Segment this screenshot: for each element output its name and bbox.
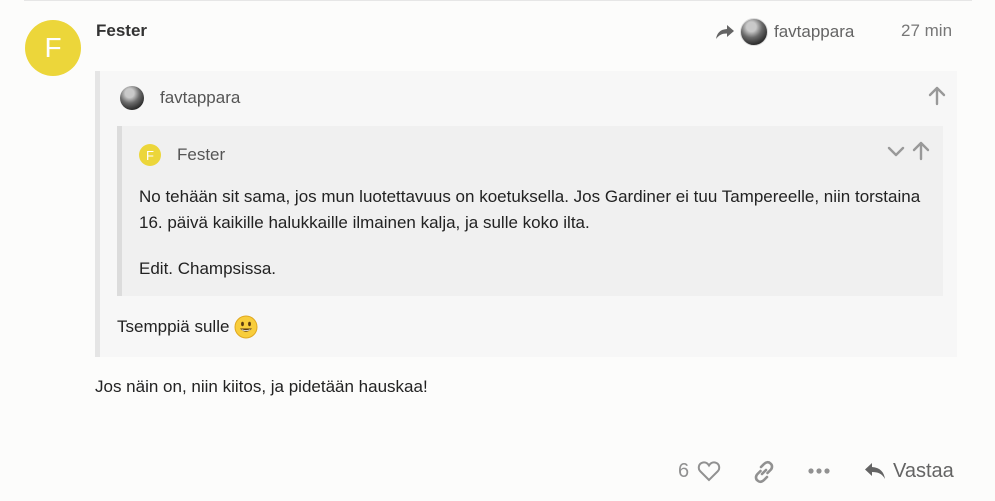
- post-timestamp[interactable]: 27 min: [901, 21, 952, 41]
- heart-icon: [697, 461, 721, 482]
- quote-inner-body: No tehään sit sama, jos mun luotettavuus…: [139, 184, 939, 282]
- quote-inner-header: F Fester: [139, 142, 225, 168]
- chevron-down-icon[interactable]: [885, 140, 907, 162]
- author-avatar[interactable]: F: [25, 20, 81, 76]
- quote-inner-paragraph: Edit. Champsissa.: [139, 259, 276, 278]
- post-actions: 6 Vastaa: [0, 456, 995, 486]
- quote-outer-author: favtappara: [160, 88, 241, 107]
- quote-inner: F Fester No tehään sit sama, jos mun luo…: [117, 126, 943, 296]
- post-body: Jos näin on, niin kiitos, ja pidetään ha…: [95, 377, 428, 396]
- quote-outer-avatar: [120, 86, 144, 110]
- reply-to-username: favtappara: [774, 22, 855, 41]
- quote-inner-paragraph: No tehään sit sama, jos mun luotettavuus…: [139, 187, 921, 232]
- reply-label: Vastaa: [893, 459, 954, 482]
- link-icon[interactable]: [750, 458, 778, 486]
- like-count: 6: [678, 459, 690, 482]
- quote-outer-text: Tsemppiä sulle: [117, 317, 230, 336]
- reply-to-avatar: [740, 18, 768, 46]
- share-arrow-icon: [716, 25, 734, 39]
- top-divider: [24, 0, 972, 1]
- reply-button[interactable]: Vastaa: [863, 456, 954, 486]
- quote-inner-avatar: F: [139, 144, 161, 166]
- smiley-emoji-icon: [234, 315, 258, 339]
- arrow-up-icon[interactable]: [926, 85, 948, 107]
- reply-arrow-icon: [865, 463, 885, 479]
- more-options-icon[interactable]: [806, 458, 832, 484]
- author-username[interactable]: Fester: [96, 21, 147, 41]
- arrow-up-icon[interactable]: [910, 140, 932, 162]
- quote-outer-body: Tsemppiä sulle: [117, 315, 258, 339]
- quote-outer-header: favtappara: [120, 85, 240, 111]
- quote-inner-author: Fester: [177, 145, 226, 164]
- reply-to-indicator[interactable]: favtappara: [714, 18, 854, 46]
- like-button[interactable]: 6: [678, 456, 721, 486]
- quote-outer: favtappara F Fester No tehään sit sama, …: [95, 71, 957, 357]
